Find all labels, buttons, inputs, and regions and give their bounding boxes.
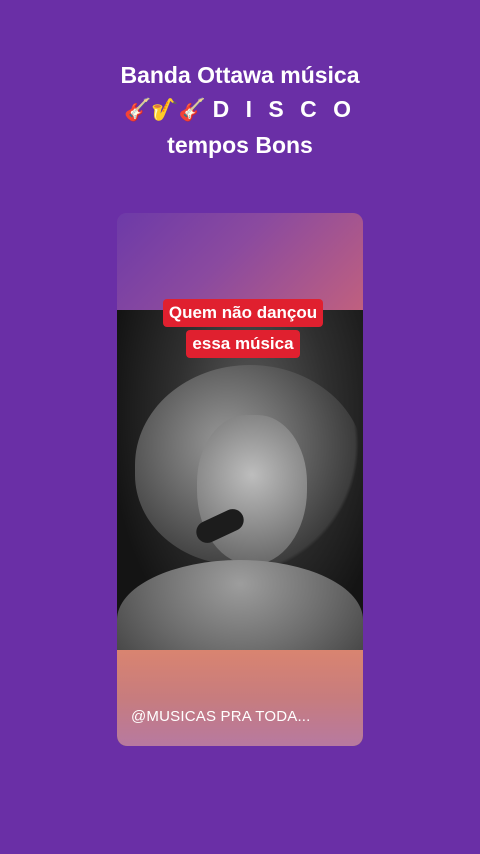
singer-shoulders [117,560,363,650]
title-disco: D I S C O [212,96,356,122]
username-link[interactable]: @MUSICAS PRA TODA... [131,708,311,725]
video-card[interactable]: Quem não dançou essa música @MUSICAS PRA… [117,213,363,746]
caption-line-2: essa música [186,330,300,358]
title-line-2: 🎸🎷🎸 D I S C O [0,92,480,128]
title-line-1: Banda Ottawa música [120,62,360,88]
video-caption: Quem não dançou essa música [143,299,343,361]
post-title: Banda Ottawa música 🎸🎷🎸 D I S C O tempos… [0,58,480,162]
card-top-gradient [117,213,363,310]
video-frame[interactable] [117,310,363,650]
card-bottom-gradient [117,650,363,746]
singer-face [197,415,307,565]
guitar-sax-emoji-icons: 🎸🎷🎸 [124,98,207,123]
caption-line-1: Quem não dançou [162,299,324,327]
title-line-3: tempos Bons [167,132,313,158]
